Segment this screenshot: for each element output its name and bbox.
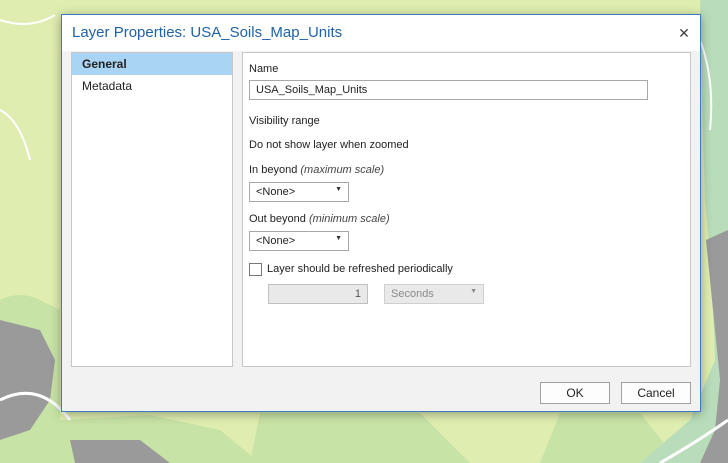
chevron-down-icon: ▼ <box>335 186 342 193</box>
chevron-down-icon: ▼ <box>470 288 477 295</box>
close-icon[interactable]: ✕ <box>674 23 694 43</box>
name-label: Name <box>249 63 279 75</box>
refresh-unit-value: Seconds <box>391 288 434 300</box>
in-beyond-label-text: In beyond <box>249 164 298 176</box>
refresh-label: Layer should be refreshed periodically <box>267 263 453 275</box>
layer-properties-dialog: Layer Properties: USA_Soils_Map_Units ✕ … <box>61 14 701 412</box>
refresh-unit-select: Seconds ▼ <box>384 284 484 304</box>
out-beyond-label-text: Out beyond <box>249 213 306 225</box>
out-beyond-label: Out beyond (minimum scale) <box>249 213 390 225</box>
dialog-title: Layer Properties: USA_Soils_Map_Units <box>72 24 343 41</box>
out-beyond-value: <None> <box>256 235 296 247</box>
visibility-range-heading: Visibility range <box>249 115 320 127</box>
refresh-interval-input: 1 <box>268 284 368 304</box>
dialog-titlebar[interactable]: Layer Properties: USA_Soils_Map_Units ✕ <box>62 15 700 51</box>
ok-button[interactable]: OK <box>540 382 610 404</box>
refresh-checkbox[interactable] <box>249 263 262 276</box>
in-beyond-select[interactable]: <None> ▼ <box>249 182 349 202</box>
category-nav: General Metadata <box>71 52 233 367</box>
layer-name-input[interactable] <box>249 80 648 100</box>
nav-item-metadata[interactable]: Metadata <box>72 75 232 97</box>
general-settings-panel: Name Visibility range Do not show layer … <box>242 52 691 367</box>
out-beyond-hint: (minimum scale) <box>308 213 390 225</box>
nav-item-general[interactable]: General <box>72 53 232 75</box>
refresh-interval-value: 1 <box>354 288 361 300</box>
in-beyond-value: <None> <box>256 186 296 198</box>
chevron-down-icon: ▼ <box>335 235 342 242</box>
visibility-range-text: Do not show layer when zoomed <box>249 139 409 151</box>
cancel-button[interactable]: Cancel <box>621 382 691 404</box>
out-beyond-select[interactable]: <None> ▼ <box>249 231 349 251</box>
in-beyond-label: In beyond (maximum scale) <box>249 164 384 176</box>
in-beyond-hint: (maximum scale) <box>300 164 385 176</box>
